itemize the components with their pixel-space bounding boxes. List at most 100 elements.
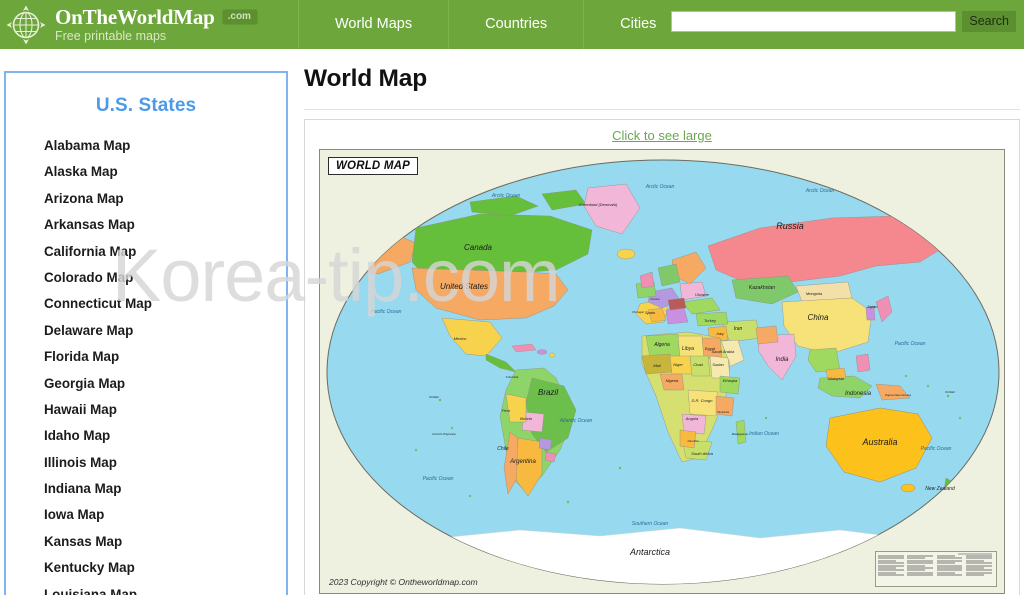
map-label: Southern Ocean [632, 521, 669, 527]
logo-text-block: OnTheWorldMap .com Free printable maps [55, 4, 258, 43]
world-map-image[interactable]: Arctic Ocean Arctic Ocean Arctic Ocean Paci… [319, 149, 1005, 594]
page-root: OnTheWorldMap .com Free printable maps W… [0, 0, 1024, 595]
sidebar-item-arkansas[interactable]: Arkansas Map [6, 212, 286, 238]
sidebar-item-colorado[interactable]: Colorado Map [6, 265, 286, 291]
map-label: Iran [734, 326, 743, 332]
search-area: Search [671, 11, 1016, 32]
site-header: OnTheWorldMap .com Free printable maps W… [0, 0, 1024, 49]
see-large-wrapper: Click to see large [313, 127, 1011, 149]
map-label: Angola [685, 416, 699, 421]
legend-column [936, 555, 965, 583]
main-navigation: World Maps Countries Cities [298, 0, 692, 49]
sidebar-item-indiana[interactable]: Indiana Map [6, 476, 286, 502]
sidebar-item-illinois[interactable]: Illinois Map [6, 450, 286, 476]
map-label: Nigeria [666, 378, 679, 383]
map-label: Papua New Guinea [885, 393, 911, 397]
map-label: China [808, 313, 829, 322]
map-label: Tanzania [717, 410, 729, 414]
sidebar-us-states: U.S. States Alabama Map Alaska Map Arizo… [4, 71, 288, 595]
nav-item-world-maps[interactable]: World Maps [298, 0, 450, 49]
map-label: Pacific Ocean [895, 341, 926, 347]
search-button[interactable]: Search [962, 11, 1016, 32]
sidebar-item-kansas[interactable]: Kansas Map [6, 529, 286, 555]
nav-item-countries[interactable]: Countries [449, 0, 585, 49]
map-label: Russia [776, 221, 804, 231]
search-input[interactable] [671, 11, 957, 32]
map-label: Turkey [704, 318, 717, 323]
title-divider [304, 109, 1020, 110]
map-label: Ethiopia [723, 378, 738, 383]
compass-globe-icon [6, 5, 46, 44]
map-label: Portugal [632, 310, 644, 314]
sidebar-item-hawaii[interactable]: Hawaii Map [6, 397, 286, 423]
map-title-badge: WORLD MAP [328, 157, 418, 175]
map-label: United States [440, 282, 488, 291]
map-label: Japan [866, 304, 879, 309]
brand-name: OnTheWorldMap [55, 4, 215, 29]
sidebar-item-kentucky[interactable]: Kentucky Map [6, 555, 286, 581]
map-label: Niger [673, 362, 683, 367]
map-label: Greenland (Denmark) [579, 202, 618, 207]
map-label: Peru [502, 408, 511, 413]
map-label: Atlantic Ocean [559, 418, 593, 424]
sidebar-item-delaware[interactable]: Delaware Map [6, 318, 286, 344]
map-label: South Africa [691, 451, 713, 456]
map-label: Antarctica [629, 547, 670, 557]
map-legend-box [875, 551, 997, 587]
page-title: World Map [304, 65, 427, 92]
map-label: Algeria [653, 342, 670, 348]
map-label: Namibia [687, 439, 698, 443]
map-label: Chad [693, 362, 703, 367]
sidebar-item-california[interactable]: California Map [6, 239, 286, 265]
map-label: Kiribati [429, 395, 439, 399]
sidebar-item-louisiana[interactable]: Louisiana Map [6, 582, 286, 595]
main-content: World Map Click to see large Arctic Ocea… [304, 62, 1020, 595]
map-label: Iraq [717, 331, 725, 336]
sidebar-item-arizona[interactable]: Arizona Map [6, 186, 286, 212]
map-panel: Click to see large Arctic Ocean Arctic O… [304, 119, 1020, 595]
sidebar-item-idaho[interactable]: Idaho Map [6, 423, 286, 449]
map-label: Chile [497, 446, 509, 452]
map-label: Sudan [712, 362, 724, 367]
map-label: Madagascar [732, 432, 750, 436]
sidebar-item-florida[interactable]: Florida Map [6, 344, 286, 370]
sidebar-item-iowa[interactable]: Iowa Map [6, 502, 286, 528]
map-label: France [650, 297, 660, 301]
map-label: Pacific Ocean [921, 446, 952, 452]
sidebar-item-alaska[interactable]: Alaska Map [6, 159, 286, 185]
map-label: Arctic Ocean [805, 188, 835, 194]
legend-column [878, 555, 906, 583]
map-label: Argentina [509, 459, 536, 465]
map-label: French Polynesia [432, 432, 456, 436]
world-map-graphic: Arctic Ocean Arctic Ocean Arctic Ocean Paci… [320, 150, 1004, 593]
map-label: Pacific Ocean [371, 309, 402, 315]
map-label: Ukraine [695, 292, 710, 297]
map-label: Libya [682, 346, 694, 352]
map-label: Kazakhstan [749, 285, 775, 291]
map-label: Indonesia [845, 391, 872, 397]
map-label: Arctic Ocean [491, 193, 521, 199]
logo-primary-line: OnTheWorldMap .com [55, 4, 258, 29]
map-label: Mongolia [806, 291, 823, 296]
map-label: India [775, 357, 789, 363]
legend-column [907, 555, 935, 583]
map-label: Pacific Ocean [423, 476, 454, 482]
sidebar-title: U.S. States [95, 95, 197, 116]
map-label: Indian Ocean [749, 431, 779, 437]
map-label: Spain [645, 310, 656, 315]
state-list: Alabama Map Alaska Map Arizona Map Arkan… [6, 133, 286, 595]
sidebar-item-alabama[interactable]: Alabama Map [6, 133, 286, 159]
map-label: D.R. Congo [692, 398, 714, 403]
brand-tagline: Free printable maps [55, 28, 167, 43]
sidebar-item-georgia[interactable]: Georgia Map [6, 371, 286, 397]
map-label: Canada [464, 243, 493, 252]
map-label: Mali [653, 363, 660, 368]
map-label: Brazil [538, 388, 558, 397]
click-to-see-large-link[interactable]: Click to see large [612, 128, 712, 143]
map-label: Egypt [705, 346, 716, 351]
map-label: Saudi Arabia [712, 349, 736, 354]
sidebar-item-connecticut[interactable]: Connecticut Map [6, 291, 286, 317]
map-label: New Zealand [925, 486, 955, 492]
legend-header-line [958, 553, 992, 555]
site-logo[interactable]: OnTheWorldMap .com Free printable maps [6, 0, 258, 49]
